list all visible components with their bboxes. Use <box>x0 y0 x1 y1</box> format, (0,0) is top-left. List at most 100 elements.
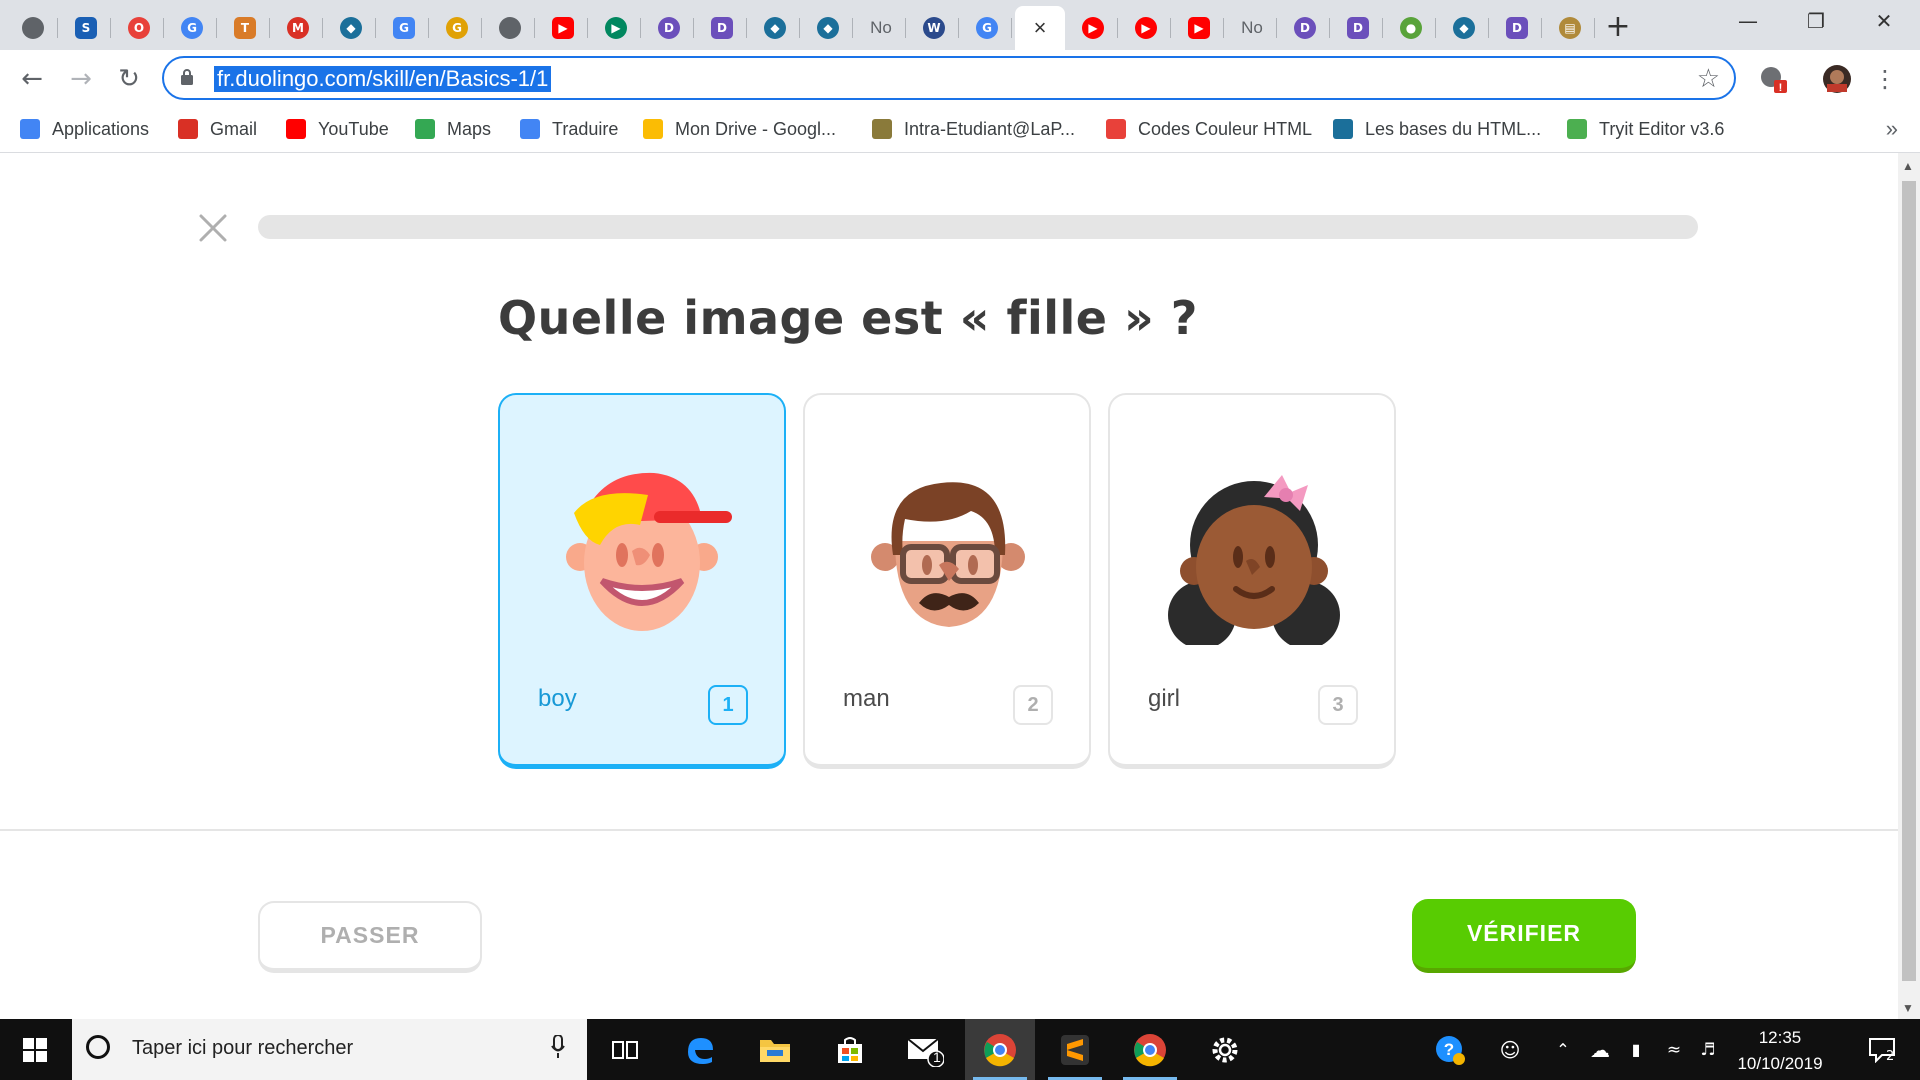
google-icon: G <box>181 17 203 39</box>
sublime-text-icon[interactable] <box>1040 1019 1110 1080</box>
browser-tab[interactable]: ▤ <box>1545 6 1595 50</box>
browser-tab[interactable]: No <box>1227 6 1277 50</box>
browser-tab[interactable]: M <box>273 6 323 50</box>
address-bar[interactable]: fr.duolingo.com/skill/en/Basics-1/1 ☆ <box>162 56 1736 100</box>
mail-icon[interactable]: 1 <box>890 1019 960 1080</box>
battery-icon[interactable]: ▮ <box>1618 1019 1654 1080</box>
browser-tab[interactable]: D <box>1333 6 1383 50</box>
browser-tab[interactable]: ◆ <box>326 6 376 50</box>
browser-tab[interactable]: × <box>1015 6 1065 50</box>
clock-date: 10/10/2019 <box>1737 1054 1823 1073</box>
chrome-taskbar-icon[interactable] <box>965 1019 1035 1080</box>
restore-button[interactable]: ❐ <box>1782 0 1850 42</box>
browser-tab[interactable]: ◆ <box>750 6 800 50</box>
bookmark-star-icon[interactable]: ☆ <box>1697 64 1720 94</box>
bookmark-item[interactable]: Traduire <box>520 114 618 144</box>
browser-tab[interactable]: G <box>432 6 482 50</box>
choice-card-boy[interactable]: boy 1 <box>498 393 786 769</box>
taskbar-search-box[interactable]: Taper ici pour rechercher <box>72 1019 587 1080</box>
chrome-taskbar-icon-2[interactable] <box>1115 1019 1185 1080</box>
scrollbar-thumb[interactable] <box>1902 181 1916 981</box>
purple-app-icon: D <box>1294 17 1316 39</box>
browser-tab[interactable]: D <box>644 6 694 50</box>
browser-tab[interactable]: ▶ <box>538 6 588 50</box>
url-text[interactable]: fr.duolingo.com/skill/en/Basics-1/1 <box>214 66 552 92</box>
extension-icon[interactable]: ! <box>1756 62 1790 96</box>
microphone-icon[interactable] <box>551 1035 565 1059</box>
tab-separator <box>1170 18 1171 38</box>
browser-tab[interactable]: D <box>1492 6 1542 50</box>
browser-tab[interactable]: D <box>697 6 747 50</box>
edge-icon[interactable] <box>665 1019 735 1080</box>
scroll-down-icon[interactable]: ▼ <box>1902 1001 1914 1015</box>
action-center-icon[interactable]: 2 <box>1852 1019 1912 1080</box>
start-button[interactable] <box>0 1019 70 1080</box>
close-window-button[interactable]: ✕ <box>1850 0 1918 42</box>
bookmark-item[interactable]: Intra-Etudiant@LaP... <box>872 114 1075 144</box>
browser-tab[interactable]: No <box>856 6 906 50</box>
forward-icon[interactable]: → <box>64 62 98 96</box>
browser-tab[interactable]: T <box>220 6 270 50</box>
close-lesson-icon[interactable] <box>196 211 230 245</box>
bookmark-label: YouTube <box>318 118 389 139</box>
tab-separator <box>799 18 800 38</box>
reload-icon[interactable]: ↻ <box>112 62 146 96</box>
browser-tab[interactable]: ▶ <box>591 6 641 50</box>
page-scrollbar[interactable]: ▲ ▼ <box>1898 153 1920 1019</box>
wifi-icon[interactable]: ≈ <box>1656 1019 1692 1080</box>
chrome-menu-icon[interactable]: ⋮ <box>1868 62 1902 96</box>
settings-gear-icon[interactable] <box>1190 1019 1260 1080</box>
bookmark-item[interactable]: Tryit Editor v3.6 <box>1567 114 1724 144</box>
browser-tab[interactable]: S <box>61 6 111 50</box>
tab-separator <box>1541 18 1542 38</box>
people-icon[interactable]: ☺ <box>1490 1019 1530 1080</box>
skip-button[interactable]: PASSER <box>258 901 482 973</box>
browser-tab[interactable]: ◆ <box>1439 6 1489 50</box>
bookmark-item[interactable]: YouTube <box>286 114 389 144</box>
help-icon[interactable]: ? <box>1428 1019 1472 1080</box>
task-view-icon[interactable] <box>590 1019 660 1080</box>
close-tab-icon[interactable]: × <box>1034 15 1047 41</box>
scroll-up-icon[interactable]: ▲ <box>1902 159 1914 173</box>
browser-tab[interactable]: ▶ <box>1174 6 1224 50</box>
bookmark-item[interactable]: Applications <box>20 114 149 144</box>
onedrive-cloud-icon[interactable]: ☁ <box>1580 1019 1620 1080</box>
tab-separator <box>746 18 747 38</box>
youtube-icon: ▶ <box>1188 17 1210 39</box>
tab-separator <box>1382 18 1383 38</box>
choice-card-man[interactable]: man 2 <box>803 393 1091 769</box>
minimize-button[interactable]: — <box>1714 0 1782 42</box>
browser-tab[interactable] <box>8 6 58 50</box>
bookmark-item[interactable]: Mon Drive - Googl... <box>643 114 836 144</box>
browser-tab[interactable]: W <box>909 6 959 50</box>
browser-tab[interactable]: O <box>114 6 164 50</box>
choice-card-girl[interactable]: girl 3 <box>1108 393 1396 769</box>
back-icon[interactable]: ← <box>15 62 49 96</box>
bookmarks-overflow-button[interactable]: » <box>1886 116 1898 142</box>
check-button[interactable]: VÉRIFIER <box>1412 899 1636 973</box>
browser-tab[interactable]: G <box>379 6 429 50</box>
browser-tab[interactable]: G <box>167 6 217 50</box>
browser-tab[interactable]: ● <box>1386 6 1436 50</box>
cortana-icon[interactable] <box>86 1035 110 1059</box>
new-tab-button[interactable]: + <box>1600 8 1636 44</box>
profile-avatar[interactable] <box>1820 62 1854 96</box>
browser-tab[interactable]: G <box>962 6 1012 50</box>
drive-icon <box>643 119 663 139</box>
clock[interactable]: 12:35 10/10/2019 <box>1720 1025 1840 1077</box>
choice-key-badge: 3 <box>1318 685 1358 725</box>
tab-separator <box>1329 18 1330 38</box>
bookmark-item[interactable]: Gmail <box>178 114 257 144</box>
browser-tab[interactable]: ◆ <box>803 6 853 50</box>
bookmark-item[interactable]: Maps <box>415 114 491 144</box>
tab-separator <box>693 18 694 38</box>
file-explorer-icon[interactable] <box>740 1019 810 1080</box>
browser-tab[interactable] <box>485 6 535 50</box>
browser-tab[interactable]: ▶ <box>1068 6 1118 50</box>
show-hidden-icons-chevron[interactable]: ⌃ <box>1546 1019 1580 1080</box>
store-icon[interactable] <box>815 1019 885 1080</box>
bookmark-item[interactable]: Les bases du HTML... <box>1333 114 1541 144</box>
browser-tab[interactable]: ▶ <box>1121 6 1171 50</box>
bookmark-item[interactable]: Codes Couleur HTML <box>1106 114 1312 144</box>
browser-tab[interactable]: D <box>1280 6 1330 50</box>
